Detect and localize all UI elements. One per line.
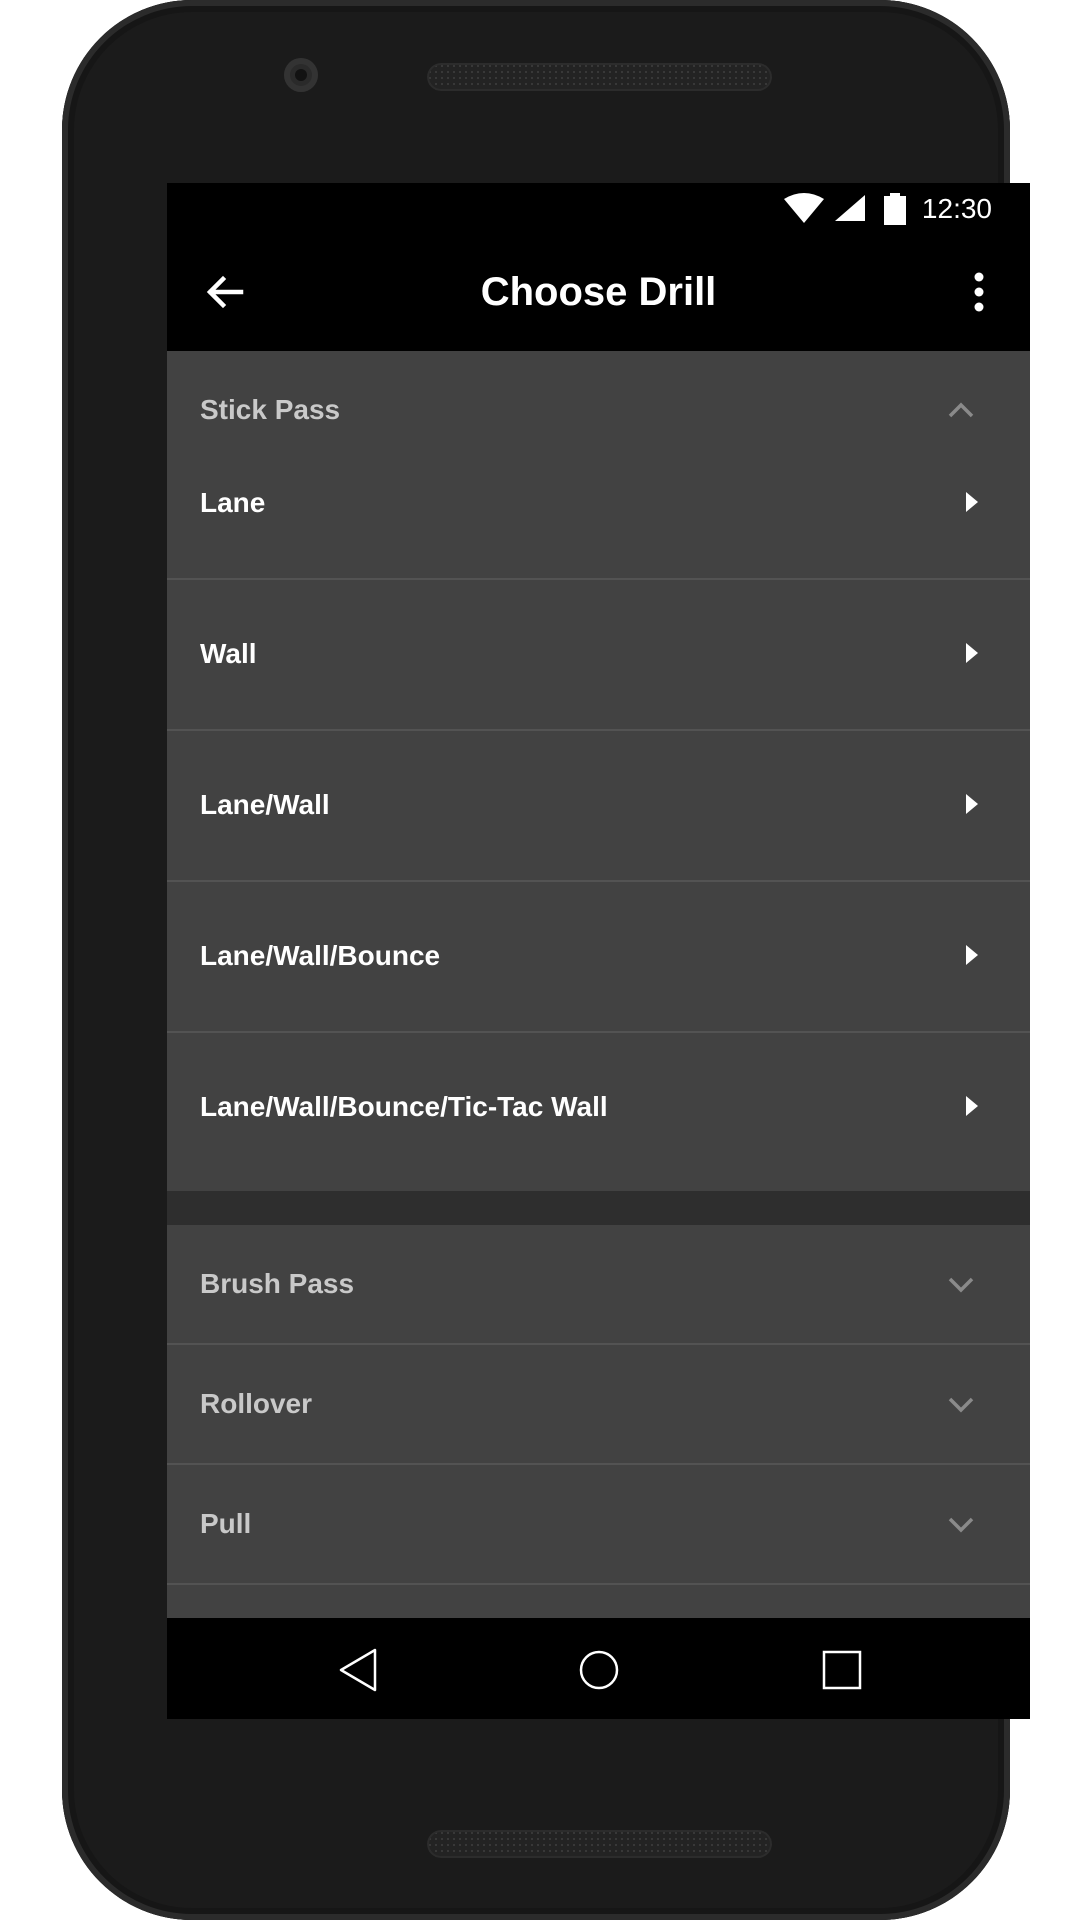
page-title: Choose Drill — [480, 270, 717, 314]
group-header-rollover[interactable]: Rollover — [167, 1345, 1030, 1463]
drill-item-label: Lane/Wall/Bounce — [200, 940, 441, 971]
chevron-down-icon — [948, 1517, 974, 1533]
drill-item-label: Lane/Wall — [200, 789, 330, 820]
group-card-stick-pass: Stick Pass Lane Wall Lane/Wall Lane/Wall… — [167, 351, 1030, 1191]
drill-item-lane[interactable]: Lane — [167, 427, 1030, 578]
bottom-speaker — [427, 1830, 772, 1858]
arrow-right-icon — [966, 643, 978, 663]
screen: 12:30 Choose Drill Stick Pass Lane Wall … — [167, 183, 1030, 1719]
signal-icon — [835, 195, 865, 221]
recents-square-icon[interactable] — [818, 1646, 866, 1694]
navigation-bar — [167, 1618, 1030, 1719]
home-circle-icon[interactable] — [575, 1646, 623, 1694]
top-speaker — [427, 63, 772, 91]
group-header-brush-pass[interactable]: Brush Pass — [167, 1225, 1030, 1343]
divider — [167, 1583, 1030, 1585]
chevron-up-icon — [948, 402, 974, 418]
app-bar: Choose Drill — [167, 233, 1030, 351]
arrow-right-icon — [966, 1096, 978, 1116]
drill-item-lane-wall-bounce-tic-tac-wall[interactable]: Lane/Wall/Bounce/Tic-Tac Wall — [167, 1031, 1030, 1182]
group-header-label: Pull — [200, 1508, 252, 1539]
phone-frame: 12:30 Choose Drill Stick Pass Lane Wall … — [62, 0, 1030, 1920]
arrow-back-icon[interactable] — [201, 268, 249, 316]
drill-item-lane-wall[interactable]: Lane/Wall — [167, 729, 1030, 880]
arrow-right-icon — [966, 492, 978, 512]
battery-icon — [884, 193, 906, 225]
back-triangle-icon[interactable] — [335, 1646, 383, 1694]
arrow-right-icon — [966, 945, 978, 965]
front-camera — [284, 58, 318, 92]
drill-item-lane-wall-bounce[interactable]: Lane/Wall/Bounce — [167, 880, 1030, 1031]
chevron-down-icon — [948, 1277, 974, 1293]
group-card-collapsed: Brush Pass Rollover Pull — [167, 1225, 1030, 1645]
drill-item-label: Wall — [200, 638, 257, 669]
wifi-icon — [784, 193, 824, 223]
drill-item-wall[interactable]: Wall — [167, 578, 1030, 729]
drill-item-label: Lane/Wall/Bounce/Tic-Tac Wall — [200, 1091, 608, 1122]
more-vert-icon[interactable] — [962, 268, 996, 316]
arrow-right-icon — [966, 794, 978, 814]
drill-list: Stick Pass Lane Wall Lane/Wall Lane/Wall… — [167, 351, 1030, 1719]
status-time: 12:30 — [921, 193, 992, 224]
group-header-label: Brush Pass — [200, 1268, 355, 1299]
chevron-down-icon — [948, 1397, 974, 1413]
status-bar: 12:30 — [167, 183, 1030, 233]
group-header-pull[interactable]: Pull — [167, 1465, 1030, 1583]
group-header-label: Rollover — [200, 1388, 313, 1419]
drill-item-label: Lane — [200, 487, 266, 518]
